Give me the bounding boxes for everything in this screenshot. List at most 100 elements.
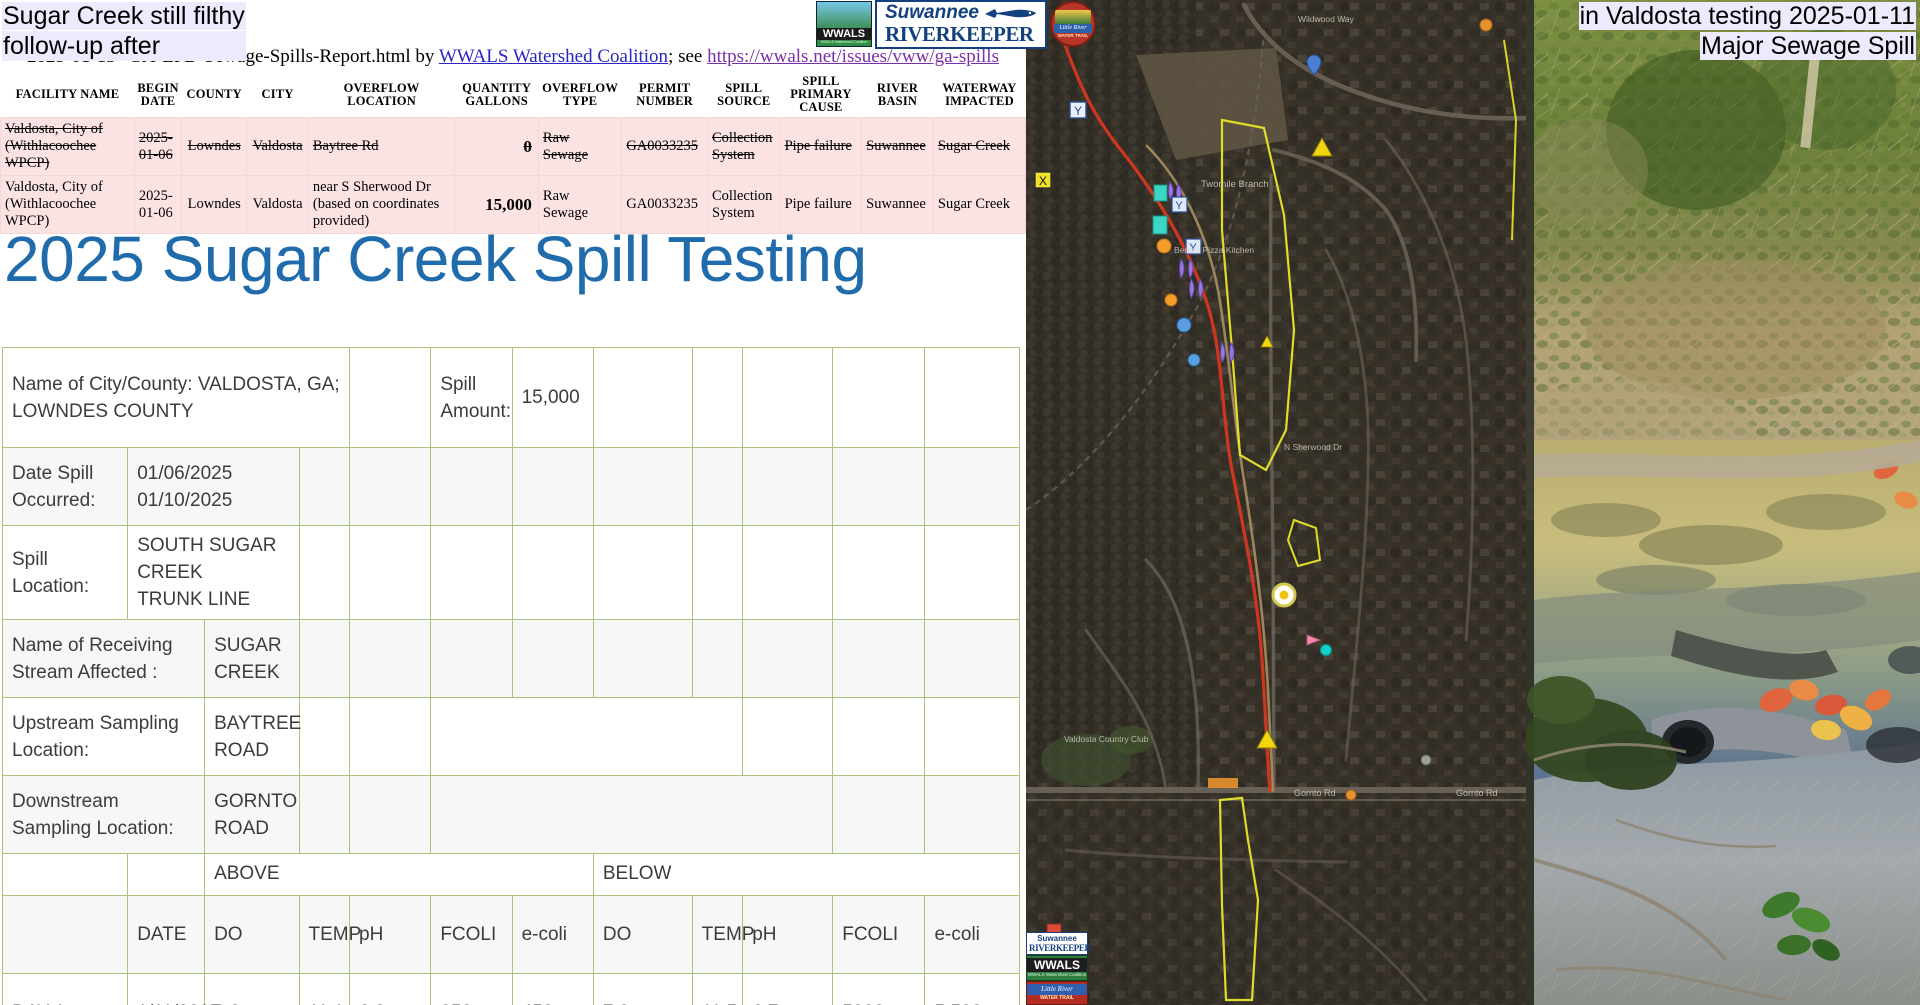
suwannee-wordmark: Suwannee [885,1,979,23]
caption-top-left-line1: Sugar Creek still filthy [2,2,246,30]
col-header-below-ecoli: e-coli [924,895,1020,974]
downstream-value-1: GORNTO [214,790,298,812]
cell-permit: GA0033235 [621,117,708,176]
sewage-spill-photograph[interactable] [1526,0,1920,1005]
map-logo-stack: Suwannee RIVERKEEPER WWALS WWALS Watersh… [1026,932,1091,1005]
suwannee-riverkeeper-logo-small: Suwannee RIVERKEEPER [1026,932,1091,955]
blank-cell [691,525,744,620]
cell-overflow-type: Raw Sewage [537,117,623,176]
day1-below-ecoli: 5,500 [924,973,1020,1005]
sturgeon-fish-icon [984,8,1036,18]
below-group-label: BELOW [592,853,1021,896]
blank-cell [832,525,926,620]
upstream-value-2: ROAD [214,739,269,761]
aerial-map-panel[interactable]: Y X Y Y Twomile Branch Berta's Pizza Kit… [1026,0,1526,1005]
marker-teal-box[interactable] [1152,215,1168,235]
col-spill-source: SPILL SOURCE [707,72,781,118]
cell-begin-date: 2025-01-06 [133,117,183,176]
day1-above-temp: 11.1 [298,973,351,1005]
suwannee-text: Suwannee [1037,934,1077,943]
svg-text:Y: Y [1074,104,1082,118]
blank-cell [430,619,513,698]
blank-cell [691,447,744,526]
aerial-map-image[interactable]: Y X Y Y Twomile Branch Berta's Pizza Kit… [1026,0,1526,1005]
marker-orange-food[interactable] [1156,238,1172,254]
marker-sampling-blue[interactable]: Y [1069,101,1087,119]
spill-photo-panel[interactable] [1526,0,1920,1005]
blank-cell [298,447,351,526]
marker-shop-strip[interactable] [1208,778,1238,788]
little-river-text: Little River [1027,984,1087,995]
blank-cell [592,347,693,448]
spill-amount-value: 15,000 [511,347,594,448]
marker-blue-shop[interactable] [1176,317,1192,333]
wwals-logo-art [817,2,871,28]
page-title: 2025 Sugar Creek Spill Testing [4,223,867,295]
day1-date: 1/11/2025 [127,973,220,1005]
spills-header-row: FACILITY NAME BEGIN DATE COUNTY CITY OVE… [0,72,1026,118]
col-header-below-ph: pH [742,895,834,974]
suwannee-riverkeeper-logo: Suwannee RIVERKEEPER [875,0,1047,49]
marker-highlight-circle[interactable] [1271,582,1297,608]
wwals-subtitle: WWALS Watershed Coalition [1027,972,1087,977]
day1-label: DAY 1 [1,973,129,1005]
marker-railroad-crossing[interactable]: X [1034,171,1052,189]
col-overflow-location: OVERFLOW LOCATION [308,72,455,118]
day1-above-ph: 6.9 [349,973,432,1005]
col-river-basin: RIVER BASIN [861,72,934,118]
blank-cell [127,853,206,896]
blank-cell [1,853,129,896]
marker-orange-poi-road[interactable] [1345,789,1357,801]
water-trail-badge-text: WATER TRAIL [1057,32,1089,38]
blank-cell [924,347,1020,448]
cell-cause: Pipe failure [779,117,863,176]
ga-spills-url-link[interactable]: https://wwals.net/issues/vww/ga-spills [707,46,999,67]
spill-location-label: Spill Location: [1,525,129,620]
cell-facility: Valdosta, City of (Withlacoochee WPCP) [0,117,135,176]
blank-cell [430,525,513,620]
blank-cell [430,447,513,526]
marker-blue-shop-2[interactable] [1187,353,1201,367]
caption-top-left-line2: follow-up after [2,31,246,61]
wwals-coalition-link[interactable]: WWALS Watershed Coalition [439,46,668,67]
marker-cyan-dot[interactable] [1319,643,1333,657]
cell-waterway: Sugar Creek [932,117,1026,176]
stream-value-2: CREEK [214,661,280,683]
receiving-stream-label: Name of Receiving Stream Affected : [1,619,206,698]
badge-landscape-art [1054,9,1091,24]
marker-orange-poi-top[interactable] [1479,18,1493,32]
blank-cell [691,619,744,698]
marker-flag-blue[interactable]: Y [1171,196,1188,213]
sheet-row-spill-location: Spill Location: SOUTH SUGAR CREEK TRUNK … [1,525,1020,620]
blank-cell [924,775,1020,854]
source-mid-text: ; see [668,46,708,67]
blank-cell [832,775,926,854]
blank-cell [832,619,926,698]
marker-gray-poi[interactable] [1420,754,1432,766]
marker-orange-food-2[interactable] [1164,293,1178,307]
cell-source: Collection System [707,117,781,176]
blank-cell [349,619,432,698]
blank-cell [832,447,926,526]
blank-cell [924,447,1020,526]
sheet-row-measure-headers: DATE DO TEMP pH FCOLI e-coli DO TEMP pH … [1,895,1020,974]
wwals-logo: WWALS WWALS Watershed Coalition [816,1,872,47]
col-header-above-temp: TEMP [298,895,361,974]
day1-below-fcoli: 5300 [832,973,926,1005]
blank-cell [511,447,594,526]
little-river-water-trail-badge: Little River WATER TRAIL [1049,1,1096,47]
cell-quantity: 0 [454,117,539,176]
upstream-sampling-label: Upstream Sampling Location: [1,697,206,776]
blank-cell [298,697,351,776]
spill-amount-label: Spill Amount: [430,347,513,448]
cell-basin: Suwannee [861,175,934,234]
table-row: Valdosta, City of (Withlacoochee WPCP) 2… [0,117,1026,176]
col-facility-name: FACILITY NAME [0,72,135,118]
blank-cell [832,347,926,448]
blank-cell [742,347,834,448]
blank-cell [691,347,744,448]
little-river-badge-text: Little River [1053,23,1092,33]
screenshot-root: 2025-01-13--GA-EPD-Sewage-Spills-Report.… [0,0,1920,1005]
blank-cell [832,697,926,776]
above-group-label: ABOVE [204,853,594,896]
